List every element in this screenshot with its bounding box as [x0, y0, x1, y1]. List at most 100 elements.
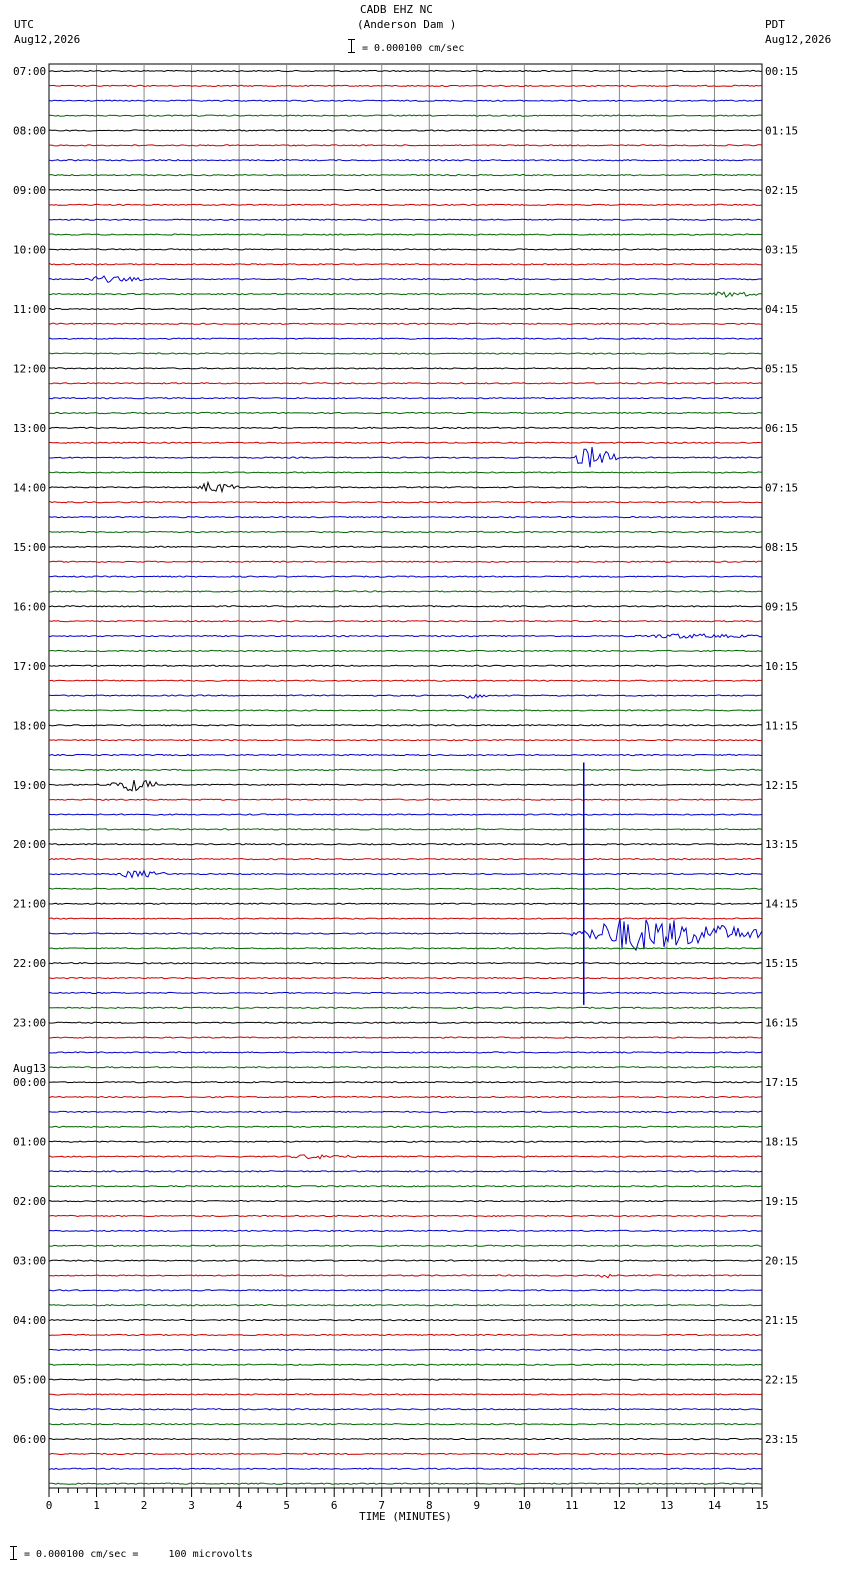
trace-row — [48, 1378, 763, 1381]
x-tick-label: 5 — [283, 1499, 290, 1512]
utc-hour-label: 23:00 — [13, 1017, 46, 1030]
trace-row — [48, 382, 763, 385]
trace-row — [49, 159, 763, 162]
trace-row — [48, 693, 763, 699]
utc-hour-label: 02:00 — [13, 1195, 46, 1208]
pdt-hour-label: 07:15 — [765, 481, 798, 494]
trace-row — [48, 307, 763, 311]
trace-row — [48, 887, 763, 890]
date-change-label: Aug13 — [13, 1062, 46, 1075]
pdt-hour-label: 01:15 — [765, 124, 798, 137]
trace-row — [49, 962, 763, 965]
trace-row — [48, 114, 763, 117]
trace-row — [48, 991, 762, 995]
trace-row — [48, 441, 763, 444]
trace-row — [48, 99, 762, 102]
x-tick-label: 11 — [565, 1499, 578, 1512]
seismogram-plot: 07:00 08:00 09:00 10:00 11:00 12:00 13:00 14:00… — [13, 63, 798, 1523]
trace-row — [48, 1125, 763, 1128]
trace-row — [48, 843, 763, 846]
trace-row — [48, 1482, 763, 1485]
pdt-hour-label: 11:15 — [765, 719, 798, 732]
x-tick-label: 13 — [660, 1499, 673, 1512]
utc-hour-label: 22:00 — [13, 957, 46, 970]
trace-row — [48, 828, 763, 831]
trace-row — [48, 679, 763, 682]
trace-row — [48, 798, 763, 801]
trace-row — [48, 739, 763, 742]
pdt-hour-label: 09:15 — [765, 600, 798, 613]
utc-hour-label: 18:00 — [13, 719, 46, 732]
trace-row — [49, 947, 763, 950]
trace-row — [48, 203, 763, 206]
trace-row — [48, 1408, 763, 1411]
trace-row — [48, 1095, 763, 1099]
utc-hour-label: 00:00 — [13, 1076, 46, 1089]
trace-row — [48, 322, 763, 325]
trace-row — [48, 173, 763, 177]
trace-row — [48, 1214, 763, 1218]
x-tick-label: 4 — [236, 1499, 243, 1512]
pdt-hour-label: 06:15 — [765, 422, 798, 435]
trace-row — [48, 1170, 763, 1173]
trace-row — [49, 575, 763, 578]
utc-hour-label: 08:00 — [13, 124, 46, 137]
trace-row — [48, 1437, 763, 1441]
trace-row — [48, 337, 763, 340]
trace-row — [49, 218, 763, 221]
trace-row — [48, 144, 763, 147]
trace-row — [48, 188, 763, 192]
utc-hour-label: 10:00 — [13, 243, 46, 256]
pdt-hour-label: 16:15 — [765, 1017, 798, 1030]
pdt-hour-label: 20:15 — [765, 1255, 798, 1268]
utc-hour-label: 19:00 — [13, 779, 46, 792]
trace-row — [49, 869, 763, 879]
pdt-hour-label: 10:15 — [765, 660, 798, 673]
trace-row — [48, 426, 763, 430]
trace-row — [48, 1259, 763, 1262]
trace-row — [48, 233, 763, 236]
pdt-hour-label: 22:15 — [765, 1374, 798, 1387]
pdt-hour-label: 08:15 — [765, 541, 798, 554]
trace-row — [48, 1140, 763, 1143]
utc-hour-label: 14:00 — [13, 481, 46, 494]
x-tick-label: 3 — [188, 1499, 195, 1512]
x-tick-label: 6 — [331, 1499, 338, 1512]
trace-row — [48, 1333, 763, 1337]
trace-row — [48, 530, 763, 534]
pdt-hour-label: 02:15 — [765, 184, 798, 197]
trace-row — [48, 918, 763, 952]
x-tick-label: 1 — [93, 1499, 100, 1512]
trace-row — [48, 649, 763, 653]
trace-row — [48, 590, 763, 593]
trace-row — [48, 1244, 763, 1247]
pdt-hour-label: 03:15 — [765, 243, 798, 256]
utc-hour-label: 17:00 — [13, 660, 46, 673]
utc-hour-label: 01:00 — [13, 1136, 46, 1149]
pdt-hour-label: 17:15 — [765, 1076, 798, 1089]
trace-row — [48, 1467, 763, 1470]
trace-row — [48, 902, 763, 905]
x-tick-label: 14 — [708, 1499, 722, 1512]
utc-hour-label: 04:00 — [13, 1314, 46, 1327]
trace-row — [48, 446, 763, 468]
trace-row — [48, 1185, 763, 1188]
trace-row — [49, 664, 763, 667]
trace-row — [48, 248, 763, 251]
utc-hour-label: 11:00 — [13, 303, 46, 316]
trace-row — [48, 1021, 763, 1024]
trace-row — [48, 352, 763, 355]
trace-row — [48, 263, 762, 266]
trace-row — [48, 857, 763, 861]
trace-row — [48, 1081, 763, 1084]
trace-row — [48, 69, 763, 73]
trace-row — [48, 1318, 763, 1322]
x-tick-label: 10 — [518, 1499, 531, 1512]
x-tick-label: 9 — [473, 1499, 480, 1512]
trace-row — [48, 779, 763, 792]
footer-scale-label: = 0.000100 cm/sec = 100 microvolts — [24, 1549, 253, 1560]
trace-row — [48, 84, 763, 88]
utc-hour-label: 20:00 — [13, 838, 46, 851]
trace-row — [49, 1006, 762, 1009]
trace-row — [48, 129, 763, 132]
